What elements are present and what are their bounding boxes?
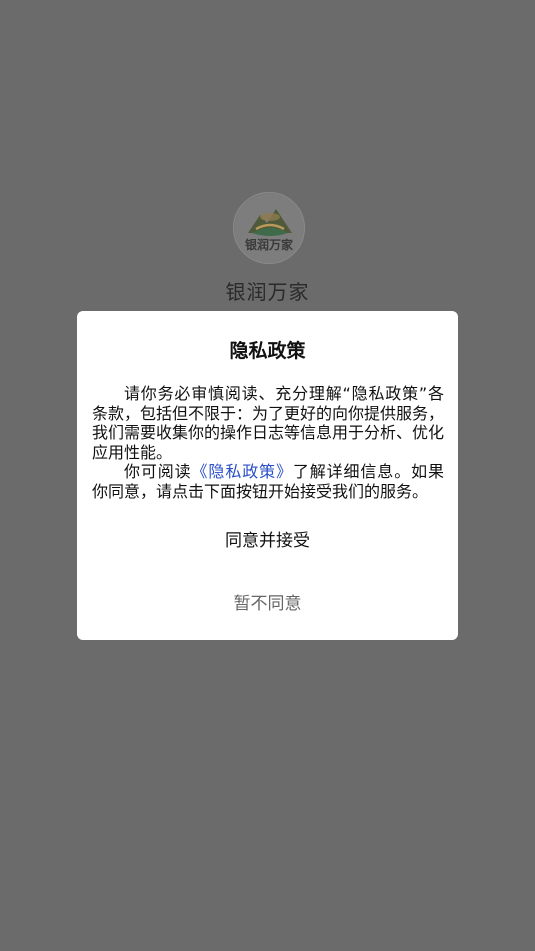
dialog-body: 请你务必审慎阅读、充分理解“隐私政策”各条款，包括但不限于：为了更好的向你提供服…: [92, 384, 444, 502]
dialog-title: 隐私政策: [229, 340, 306, 362]
mountain-logo-icon: [235, 194, 304, 263]
privacy-policy-link[interactable]: 《隐私政策》: [192, 462, 293, 481]
policy-paragraph-2: 你可阅读《隐私政策》了解详细信息。如果你同意，请点击下面按钮开始接受我们的服务。: [92, 462, 444, 501]
agree-button[interactable]: 同意并接受: [77, 526, 458, 551]
policy-paragraph-1: 请你务必审慎阅读、充分理解“隐私政策”各条款，包括但不限于：为了更好的向你提供服…: [92, 384, 445, 462]
app-name: 银润万家: [225, 280, 310, 304]
para2-prefix: 你可阅读: [124, 462, 192, 482]
app-logo: [233, 192, 305, 264]
screen-background: 银润万家 银润万家 隐私政策 请你务必审慎阅读、充分理解“隐私政策”各条款，包括…: [0, 0, 535, 951]
logo-caption: 银润万家: [244, 238, 293, 252]
privacy-dialog: 隐私政策 请你务必审慎阅读、充分理解“隐私政策”各条款，包括但不限于：为了更好的…: [77, 311, 458, 640]
disagree-button[interactable]: 暂不同意: [77, 589, 458, 614]
